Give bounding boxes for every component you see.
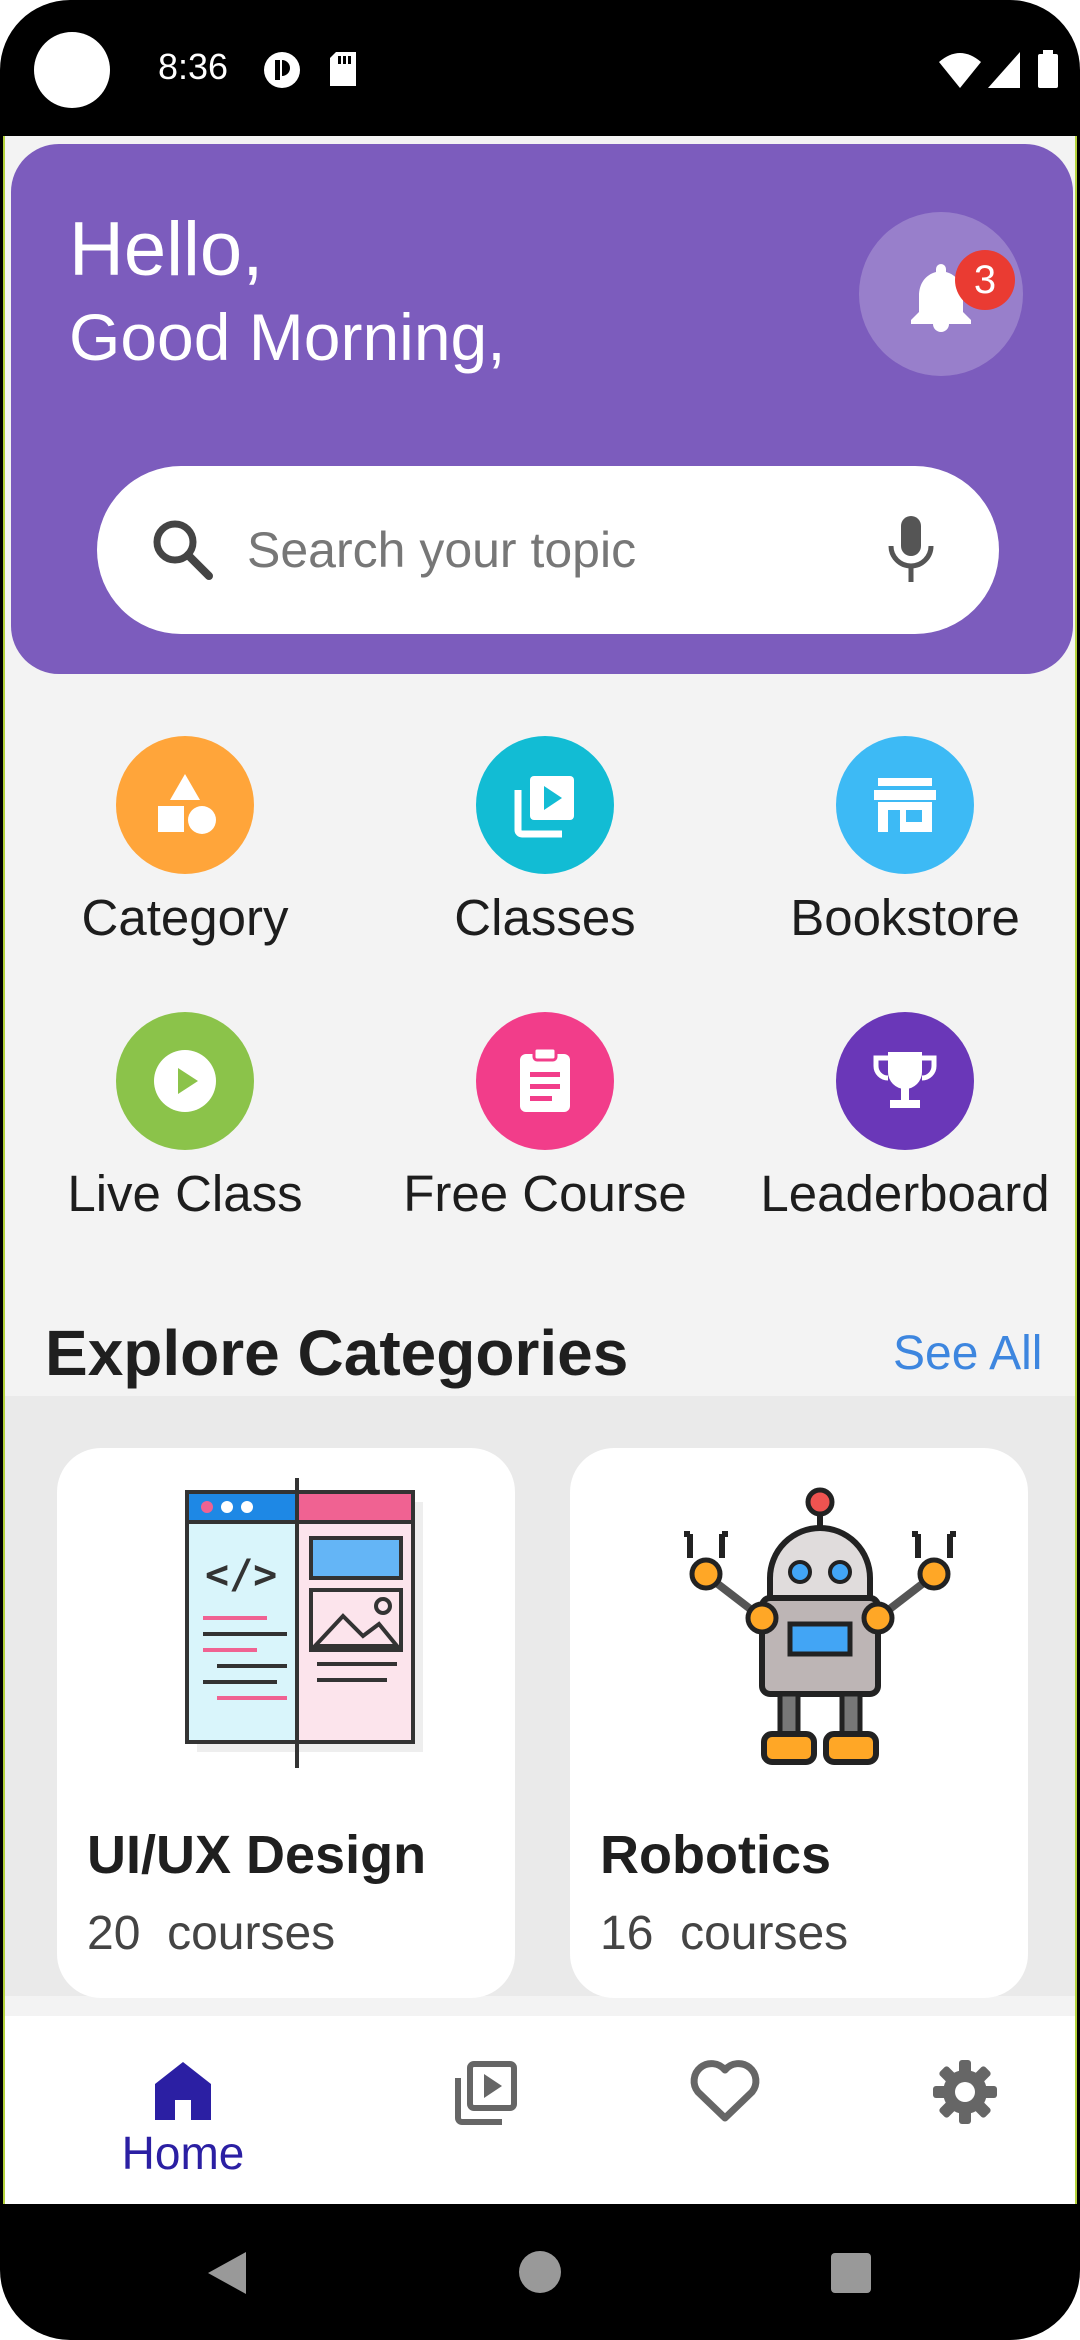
quick-action-category[interactable]: Category (15, 736, 355, 976)
category-course-count: 20 courses (87, 1907, 336, 1960)
svg-text:</>: </> (205, 1552, 277, 1598)
quick-action-label: Live Class (67, 1165, 303, 1222)
device-frame: 8:36 Hello, Good Morning, 3 Search your … (0, 0, 1080, 2340)
category-title: UI/UX Design (87, 1825, 427, 1885)
search-input[interactable] (247, 510, 807, 590)
quick-action-label: Bookstore (790, 889, 1020, 946)
leaderboard-icon-circle (836, 1012, 974, 1150)
video-library-icon (514, 776, 574, 838)
microphone-icon[interactable] (887, 514, 935, 584)
quick-action-label: Category (81, 889, 289, 946)
quick-action-leaderboard[interactable]: Leaderboard (735, 1012, 1075, 1252)
battery-icon (1038, 50, 1058, 88)
search-bar[interactable] (97, 466, 999, 634)
status-bar: 8:36 (0, 0, 1080, 136)
quick-action-live-class[interactable]: Live Class (15, 1012, 355, 1252)
wifi-icon (939, 53, 981, 88)
nav-favorites[interactable] (591, 2016, 859, 2204)
quick-action-label: Leaderboard (760, 1165, 1050, 1222)
home-circle-icon[interactable] (518, 2250, 562, 2294)
robot-illustration (684, 1487, 956, 1765)
play-circle-icon (154, 1050, 216, 1112)
category-card-uiux[interactable]: </> UI/UX Design 20 courses (57, 1448, 515, 1998)
nav-home[interactable]: Home (49, 2016, 317, 2204)
status-time: 8:36 (158, 46, 229, 87)
live-class-icon-circle (116, 1012, 254, 1150)
category-icon-circle (116, 736, 254, 874)
explore-categories-title: Explore Categories (45, 1317, 629, 1389)
category-course-count: 16 courses (600, 1907, 849, 1960)
app-screen: Hello, Good Morning, 3 Search your topic… (3, 136, 1077, 2204)
store-icon (874, 778, 936, 832)
video-library-icon (455, 2061, 517, 2125)
notification-badge: 3 (955, 250, 1015, 310)
trophy-icon (873, 1052, 937, 1108)
clipboard-icon (520, 1046, 570, 1112)
back-icon[interactable] (204, 2250, 248, 2296)
see-all-link[interactable]: See All (893, 1326, 1042, 1381)
home-icon (155, 2062, 211, 2120)
app-notification-icon (264, 52, 300, 88)
category-card-robotics[interactable]: Robotics 16 courses (570, 1448, 1028, 1998)
category-title: Robotics (600, 1825, 832, 1885)
system-navigation-bar (0, 2204, 1080, 2340)
quick-action-classes[interactable]: Classes (375, 736, 715, 976)
heart-icon (690, 2060, 760, 2122)
notifications-button[interactable]: 3 (859, 212, 1023, 376)
recents-icon[interactable] (830, 2252, 872, 2294)
signal-icon (988, 52, 1020, 88)
camera-cutout (34, 32, 110, 108)
header-banner: Hello, Good Morning, 3 (11, 144, 1073, 674)
bookstore-icon-circle (836, 736, 974, 874)
bottom-navigation: Home (5, 2016, 1075, 2204)
nav-home-label: Home (121, 2127, 245, 2179)
greeting-text: Good Morning, (69, 300, 506, 374)
sd-card-icon (330, 52, 356, 86)
quick-action-label: Free Course (403, 1165, 687, 1222)
nav-settings[interactable] (831, 2016, 1075, 2204)
shapes-icon (158, 774, 216, 834)
search-icon (153, 520, 213, 580)
settings-icon (933, 2060, 997, 2124)
web-design-illustration: </> (185, 1478, 423, 1768)
hello-text: Hello, (69, 207, 264, 292)
quick-action-free-course[interactable]: Free Course (375, 1012, 715, 1252)
quick-action-label: Classes (454, 889, 636, 946)
quick-action-bookstore[interactable]: Bookstore (735, 736, 1075, 976)
nav-classes[interactable] (351, 2016, 619, 2204)
classes-icon-circle (476, 736, 614, 874)
free-course-icon-circle (476, 1012, 614, 1150)
